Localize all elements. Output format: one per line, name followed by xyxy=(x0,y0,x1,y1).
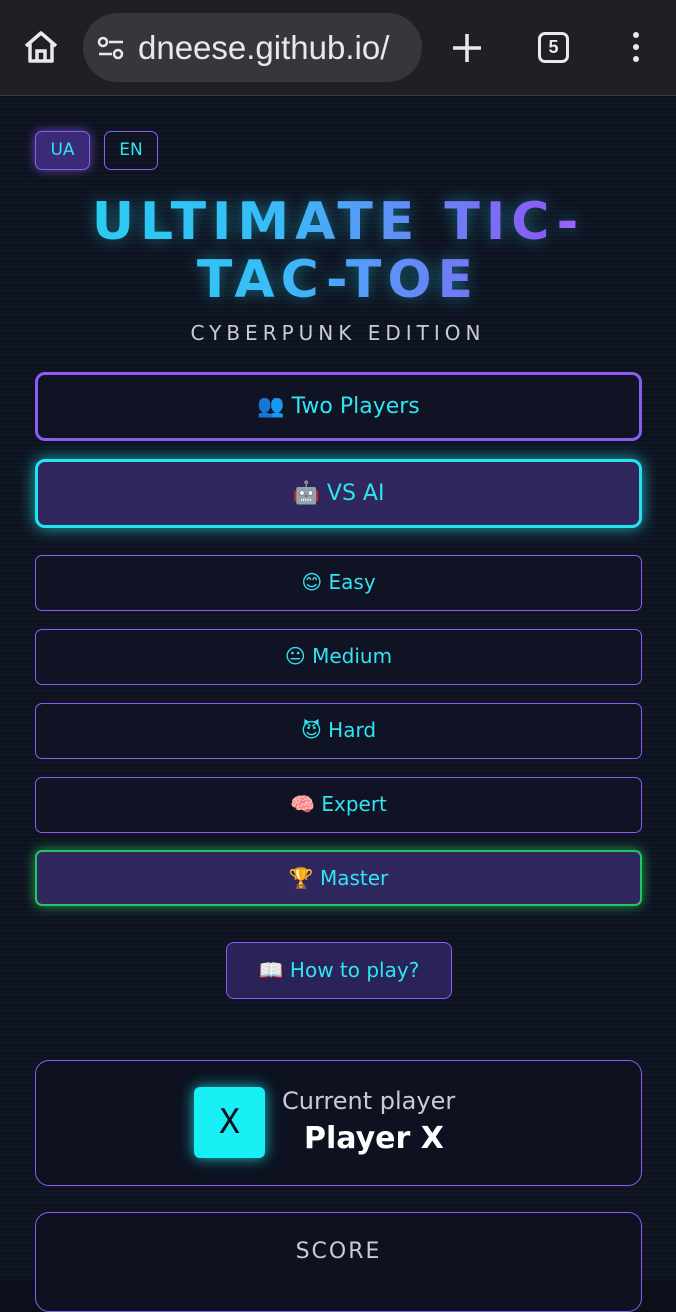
game-title: ULTIMATE TIC- TAC-TOE xyxy=(0,193,676,309)
current-player-name: Player X xyxy=(304,1121,444,1156)
difficulty-master-button[interactable]: 🏆 Master xyxy=(35,850,642,906)
how-to-play-button[interactable]: 📖 How to play? xyxy=(226,942,452,999)
address-bar[interactable]: dneese.github.io/ xyxy=(83,13,422,82)
home-icon[interactable] xyxy=(20,26,62,68)
current-player-card: X Current player Player X xyxy=(35,1060,642,1186)
vs-ai-button[interactable]: 🤖 VS AI xyxy=(35,459,642,528)
score-label: SCORE xyxy=(295,1239,382,1264)
difficulty-expert-button[interactable]: 🧠 Expert xyxy=(35,777,642,833)
score-card: SCORE xyxy=(35,1212,642,1312)
site-settings-icon[interactable] xyxy=(97,35,125,61)
current-player-label: Current player xyxy=(282,1087,456,1115)
game-page: UA EN ULTIMATE TIC- TAC-TOE CYBERPUNK ED… xyxy=(0,97,676,1312)
difficulty-medium-button[interactable]: 😐 Medium xyxy=(35,629,642,685)
current-player-symbol: X xyxy=(194,1087,265,1158)
more-menu-icon[interactable] xyxy=(626,32,646,66)
game-subtitle: CYBERPUNK EDITION xyxy=(190,321,486,345)
difficulty-easy-button[interactable]: 😊 Easy xyxy=(35,555,642,611)
difficulty-hard-button[interactable]: 😈 Hard xyxy=(35,703,642,759)
title-line-2: TAC-TOE xyxy=(196,250,480,310)
language-en-button[interactable]: EN xyxy=(104,131,158,170)
language-ua-button[interactable]: UA xyxy=(35,131,90,170)
browser-toolbar: dneese.github.io/ 5 xyxy=(0,0,676,96)
tab-switcher-button[interactable]: 5 xyxy=(538,32,569,63)
url-text[interactable]: dneese.github.io/ xyxy=(138,29,389,67)
title-line-1: ULTIMATE TIC- xyxy=(91,192,585,252)
two-players-button[interactable]: 👥 Two Players xyxy=(35,372,642,441)
new-tab-icon[interactable] xyxy=(449,30,485,66)
